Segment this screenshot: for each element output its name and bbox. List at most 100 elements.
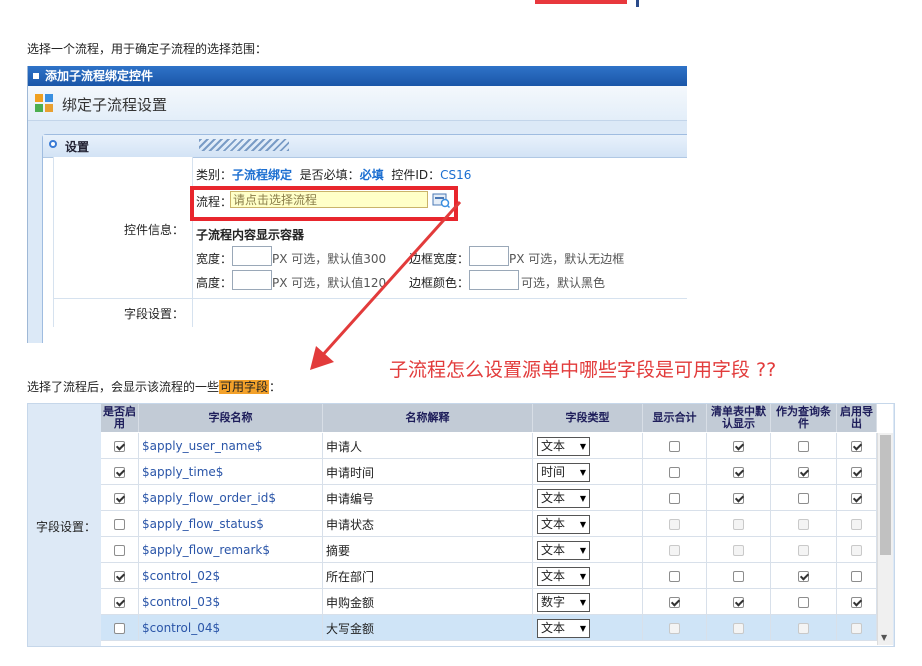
enable-checkbox[interactable]: [114, 544, 125, 556]
table-scrollbar[interactable]: ▼: [877, 433, 893, 645]
field-description: 所在部门: [326, 569, 375, 584]
field-type-select[interactable]: 数字: [537, 592, 590, 612]
header-default-show: 清单表中默认显示: [707, 404, 771, 432]
height-label: 高度：: [196, 276, 233, 290]
height-input[interactable]: [232, 270, 272, 290]
default-show-checkbox[interactable]: [733, 492, 744, 504]
default-show-checkbox[interactable]: [733, 440, 744, 452]
field-description: 申购金额: [326, 595, 375, 610]
field-type-select[interactable]: 文本: [537, 488, 590, 508]
enable-checkbox[interactable]: [114, 622, 125, 634]
checkbox-cell: [837, 485, 877, 511]
default-show-checkbox[interactable]: [733, 570, 744, 582]
square-icon: [33, 73, 39, 79]
enable-checkbox[interactable]: [114, 596, 125, 608]
field-type-cell: 文本: [533, 485, 643, 511]
settings-label: 设置: [65, 140, 90, 154]
checkbox-cell: [837, 537, 877, 563]
enable-checkbox[interactable]: [114, 466, 125, 478]
field-type-cell: 文本: [533, 511, 643, 537]
table-row[interactable]: $apply_time$ 申请时间 时间: [101, 459, 877, 485]
field-name-cell: $control_04$: [139, 615, 323, 641]
checkbox-cell: [643, 589, 707, 615]
table-row[interactable]: $control_04$ 大写金额 文本: [101, 615, 877, 641]
show-total-checkbox[interactable]: [669, 492, 680, 504]
field-type-select[interactable]: 时间: [537, 462, 590, 482]
checkbox-cell: [707, 459, 771, 485]
checkbox-cell: [101, 537, 139, 563]
table-row[interactable]: $apply_flow_order_id$ 申请编号 文本: [101, 485, 877, 511]
dialog-title-bar: 添加子流程绑定控件: [28, 66, 687, 86]
control-meta: 类别：子流程绑定 是否必填：必填 控件ID：CS16: [196, 166, 471, 183]
field-desc-cell: 所在部门: [323, 563, 533, 589]
enable-checkbox[interactable]: [114, 440, 125, 452]
header-show-total: 显示合计: [643, 404, 707, 432]
show-total-checkbox[interactable]: [669, 466, 680, 478]
field-type-select[interactable]: 文本: [537, 618, 590, 638]
checkbox-cell: [643, 615, 707, 641]
container-heading: 子流程内容显示容器: [196, 228, 305, 242]
field-type-select[interactable]: 文本: [537, 514, 590, 534]
form-label-column: 控件信息： 字段设置：: [53, 157, 193, 327]
checkbox-cell: [707, 433, 771, 459]
export-checkbox[interactable]: [851, 596, 862, 608]
checkbox-cell: [837, 433, 877, 459]
after-text-prefix: 选择了流程后，会显示该流程的一些: [27, 380, 220, 394]
checkbox-cell: [771, 589, 837, 615]
table-row[interactable]: $apply_flow_remark$ 摘要 文本: [101, 537, 877, 563]
field-name: $apply_flow_order_id$: [142, 491, 276, 505]
table-row[interactable]: $apply_flow_status$ 申请状态 文本: [101, 511, 877, 537]
checkbox-cell: [771, 563, 837, 589]
show-total-checkbox[interactable]: [669, 570, 680, 582]
export-checkbox[interactable]: [851, 570, 862, 582]
query-cond-checkbox[interactable]: [798, 596, 809, 608]
export-checkbox[interactable]: [851, 492, 862, 504]
show-total-checkbox[interactable]: [669, 440, 680, 452]
field-type-select[interactable]: 文本: [537, 436, 590, 456]
enable-checkbox[interactable]: [114, 570, 125, 582]
field-name: $control_02$: [142, 569, 221, 583]
show-total-checkbox: [669, 544, 680, 556]
field-settings-panel: 字段设置： 是否启用 字段名称 名称解释 字段类型 显示合计 清单表中默认显示 …: [27, 403, 895, 647]
required-value: 必填: [359, 168, 384, 182]
checkbox-cell: [101, 485, 139, 511]
field-type-select[interactable]: 文本: [537, 540, 590, 560]
field-name-cell: $control_02$: [139, 563, 323, 589]
settings-bar[interactable]: 设置: [43, 135, 687, 158]
table-row[interactable]: $apply_user_name$ 申请人 文本: [101, 433, 877, 459]
export-checkbox[interactable]: [851, 466, 862, 478]
checkbox-cell: [837, 589, 877, 615]
checkbox-cell: [643, 485, 707, 511]
dialog-header-title: 绑定子流程设置: [62, 96, 168, 114]
subflow-icon: [35, 94, 53, 112]
checkbox-cell: [707, 615, 771, 641]
scrollbar-thumb[interactable]: [880, 435, 891, 555]
available-fields-highlight: 可用字段: [219, 380, 270, 394]
export-checkbox[interactable]: [851, 440, 862, 452]
show-total-checkbox[interactable]: [669, 596, 680, 608]
table-row[interactable]: $control_02$ 所在部门 文本: [101, 563, 877, 589]
section-bullet-icon: [49, 140, 57, 148]
width-input[interactable]: [232, 246, 272, 266]
scroll-down-icon[interactable]: ▼: [881, 633, 887, 642]
query-cond-checkbox[interactable]: [798, 440, 809, 452]
control-id-value: CS16: [440, 168, 472, 182]
default-show-checkbox[interactable]: [733, 596, 744, 608]
query-cond-checkbox[interactable]: [798, 492, 809, 504]
checkbox-cell: [837, 459, 877, 485]
field-type-cell: 数字: [533, 589, 643, 615]
enable-checkbox[interactable]: [114, 492, 125, 504]
query-cond-checkbox[interactable]: [798, 570, 809, 582]
field-settings-side-label: 字段设置：: [36, 520, 97, 534]
export-checkbox: [851, 544, 862, 556]
default-show-checkbox[interactable]: [733, 466, 744, 478]
checkbox-cell: [771, 459, 837, 485]
enable-checkbox[interactable]: [114, 518, 125, 530]
query-cond-checkbox[interactable]: [798, 466, 809, 478]
header-field-type: 字段类型: [533, 404, 643, 432]
table-row[interactable]: $control_03$ 申购金额 数字: [101, 589, 877, 615]
field-type-select[interactable]: 文本: [537, 566, 590, 586]
top-fragment-red: [535, 0, 627, 4]
hatch-decoration: [199, 139, 289, 151]
checkbox-cell: [837, 511, 877, 537]
